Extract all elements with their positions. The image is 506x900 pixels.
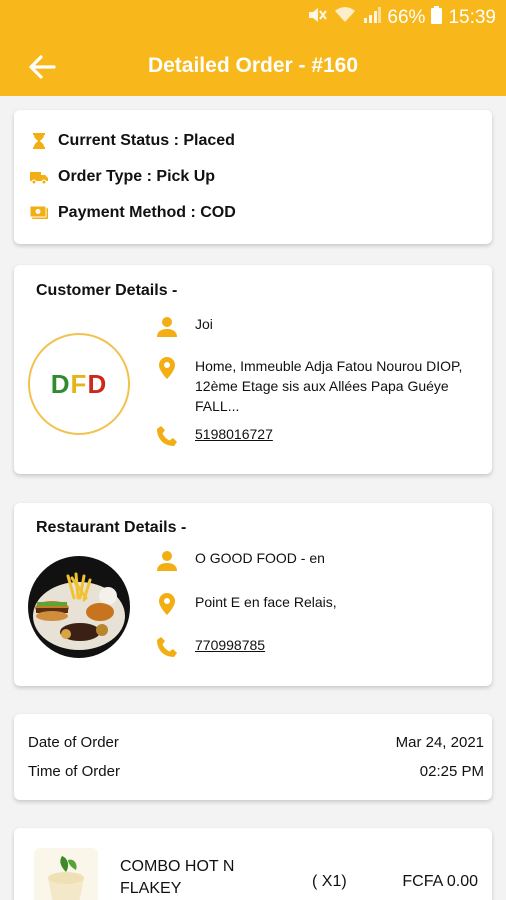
order-type-text: Order Type : Pick Up [58, 168, 216, 185]
item-quantity: ( X1) [312, 873, 347, 890]
customer-phone-link[interactable]: 5198016727 [195, 424, 489, 448]
mute-icon [307, 6, 328, 30]
hourglass-icon [33, 133, 45, 149]
current-status-text: Current Status : Placed [58, 132, 235, 149]
payment-method-row: Payment Method : COD [30, 204, 236, 222]
restaurant-address-row: Point E en face Relais, [155, 592, 489, 616]
order-item-card: COMBO HOT N FLAKEY ( X1) FCFA 0.00 [14, 828, 492, 900]
order-info-card: Date of Order Mar 24, 2021 Time of Order… [14, 714, 492, 800]
restaurant-food-image [28, 556, 130, 658]
customer-name: Joi [195, 316, 213, 332]
person-icon [157, 551, 177, 571]
order-time-row: Time of Order 02:25 PM [28, 763, 484, 780]
customer-address: Home, Immeuble Adja Fatou Nourou DIOP, 1… [195, 358, 463, 414]
customer-phone-row: 5198016727 [155, 424, 489, 448]
signal-icon [363, 7, 382, 29]
location-pin-icon [159, 357, 175, 379]
order-date-value: Mar 24, 2021 [395, 734, 484, 751]
restaurant-address: Point E en face Relais, [195, 594, 337, 610]
restaurant-heading: Restaurant Details - [36, 519, 187, 536]
order-date-row: Date of Order Mar 24, 2021 [28, 734, 484, 751]
person-icon [157, 317, 177, 337]
item-name: COMBO HOT N FLAKEY [120, 858, 235, 897]
page-title: Detailed Order - #160 [147, 54, 359, 77]
customer-details-card: Customer Details - DFD Joi Home, Immeubl… [14, 265, 492, 474]
restaurant-details-card: Restaurant Details - O GOOD FOOD - en Po… [14, 503, 492, 686]
battery-icon [431, 6, 443, 30]
phone-icon [157, 637, 177, 657]
battery-percent: 66% [387, 7, 426, 28]
item-price: FCFA 0.00 [402, 873, 478, 890]
wifi-icon [335, 7, 356, 29]
item-image [34, 848, 98, 900]
order-time-value: 02:25 PM [419, 763, 484, 780]
location-pin-icon [159, 593, 175, 615]
restaurant-name-row: O GOOD FOOD - en [155, 548, 489, 572]
customer-heading: Customer Details - [36, 282, 178, 299]
customer-logo: DFD [28, 333, 130, 435]
order-date-label: Date of Order [28, 734, 119, 751]
restaurant-phone-link[interactable]: 770998785 [195, 635, 489, 659]
truck-icon [30, 172, 48, 185]
order-time-label: Time of Order [28, 763, 120, 780]
status-bar: 66% 15:39 [0, 0, 506, 36]
order-status-card: Current Status : Placed Order Type : Pic… [14, 110, 492, 244]
current-status-row: Current Status : Placed [30, 132, 235, 150]
restaurant-phone-row: 770998785 [155, 635, 489, 659]
clock: 15:39 [448, 7, 496, 28]
customer-address-row: Home, Immeuble Adja Fatou Nourou DIOP, 1… [155, 356, 489, 416]
customer-name-row: Joi [155, 314, 489, 338]
phone-icon [157, 426, 177, 446]
app-bar: Detailed Order - #160 [0, 36, 506, 96]
payment-method-text: Payment Method : COD [58, 204, 236, 221]
cash-icon [30, 205, 48, 219]
order-type-row: Order Type : Pick Up [30, 168, 215, 186]
restaurant-name: O GOOD FOOD - en [195, 550, 325, 566]
